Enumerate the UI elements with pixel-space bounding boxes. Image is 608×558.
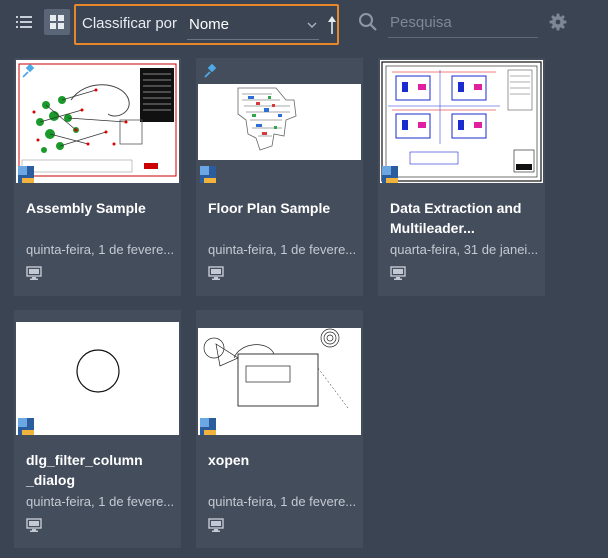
list-view-button[interactable] (14, 12, 34, 32)
card-title: Floor Plan Sample (208, 200, 331, 216)
computer-icon (208, 266, 224, 280)
drawing-thumbnail (380, 60, 543, 183)
computer-icon (26, 266, 42, 280)
sort-select-value: Nome (189, 16, 230, 33)
toolbar: Classificar por Nome (0, 0, 608, 48)
drawing-thumbnail (16, 312, 179, 435)
dwg-file-icon (200, 166, 216, 183)
dwg-file-icon (18, 418, 34, 435)
drawing-card[interactable]: Floor Plan Sample quinta-feira, 1 de fev… (196, 58, 363, 296)
card-date: quinta-feira, 1 de fevere... (26, 494, 175, 509)
drawing-thumbnail (198, 312, 361, 435)
card-title: xopen (208, 452, 250, 468)
drawing-thumbnail (16, 60, 179, 183)
sort-select[interactable]: Nome (187, 12, 319, 40)
grid-icon (50, 15, 64, 29)
search-icon (359, 13, 377, 31)
chevron-down-icon (307, 22, 317, 28)
card-date: quinta-feira, 1 de fevere... (208, 494, 357, 509)
card-date: quinta-feira, 1 de fevere... (208, 242, 357, 257)
sort-label: Classificar por (82, 15, 178, 32)
sort-control: Classificar por Nome (74, 4, 339, 45)
card-title: Assembly Sample (26, 200, 146, 216)
drawing-card[interactable]: Assembly Sample quinta-feira, 1 de fever… (14, 58, 181, 296)
card-date: quinta-feira, 1 de fevere... (26, 242, 175, 257)
pin-icon[interactable] (22, 64, 36, 78)
pin-icon[interactable] (204, 64, 218, 78)
computer-icon (26, 518, 42, 532)
dwg-file-icon (18, 166, 34, 183)
computer-icon (390, 266, 406, 280)
card-title: dlg_filter_column _dialog (26, 452, 143, 488)
search-input[interactable] (388, 8, 538, 38)
grid-view-button[interactable] (44, 9, 70, 35)
card-date: quarta-feira, 31 de janei... (390, 242, 539, 257)
drawing-card[interactable]: dlg_filter_column _dialog quinta-feira, … (14, 310, 181, 548)
gear-icon[interactable] (549, 13, 567, 31)
drawing-card[interactable]: xopen quinta-feira, 1 de fevere... (196, 310, 363, 548)
list-icon (16, 16, 32, 28)
drawing-card[interactable]: Data Extraction and Multileader... quart… (378, 58, 545, 296)
dwg-file-icon (200, 418, 216, 435)
card-title: Data Extraction and Multileader... (390, 200, 522, 236)
drawing-thumbnail (198, 60, 361, 183)
sort-ascending-icon[interactable] (327, 15, 337, 35)
dwg-file-icon (382, 166, 398, 183)
computer-icon (208, 518, 224, 532)
